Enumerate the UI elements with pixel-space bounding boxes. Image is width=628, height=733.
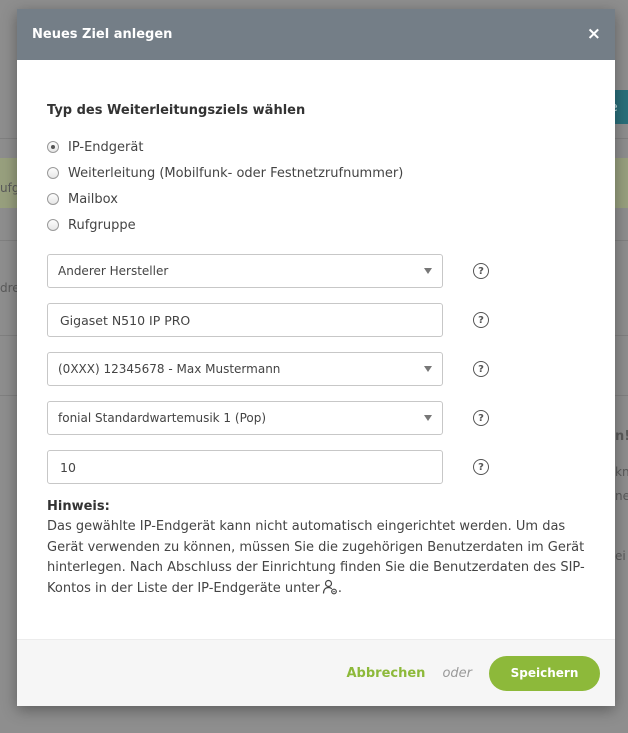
hold-music-value: fonial Standardwartemusik 1 (Pop) — [58, 411, 267, 425]
radio-button[interactable] — [47, 141, 59, 153]
radio-label: Mailbox — [68, 191, 118, 207]
cancel-link[interactable]: Abbrechen — [347, 666, 426, 681]
target-type-radio-group: IP-Endgerät Weiterleitung (Mobilfunk- od… — [47, 134, 585, 238]
radio-button[interactable] — [47, 193, 59, 205]
or-separator: oder — [442, 665, 472, 681]
device-name-input[interactable]: Gigaset N510 IP PRO — [47, 303, 443, 337]
phone-number-value: (0XXX) 12345678 - Max Mustermann — [58, 362, 281, 376]
radio-button[interactable] — [47, 167, 59, 179]
manufacturer-row: Anderer Hersteller ? — [47, 254, 585, 288]
radio-option-call-group[interactable]: Rufgruppe — [47, 212, 585, 238]
dialog-header: Neues Ziel anlegen × — [17, 9, 615, 60]
new-target-dialog: Neues Ziel anlegen × Typ des Weiterleitu… — [17, 9, 615, 706]
background-text-fragment: n! — [615, 429, 628, 444]
radio-option-ip-device[interactable]: IP-Endgerät — [47, 134, 585, 160]
manufacturer-value: Anderer Hersteller — [58, 264, 169, 278]
number-value: 10 — [60, 459, 76, 475]
help-icon[interactable]: ? — [473, 263, 489, 279]
number-row: 10 ? — [47, 450, 585, 484]
dialog-title: Neues Ziel anlegen — [32, 27, 173, 42]
hold-music-select[interactable]: fonial Standardwartemusik 1 (Pop) — [47, 401, 443, 435]
hint-title: Hinweis: — [47, 499, 110, 514]
radio-option-mailbox[interactable]: Mailbox — [47, 186, 585, 212]
hint-suffix: . — [337, 580, 342, 596]
radio-label: IP-Endgerät — [68, 139, 144, 155]
number-input[interactable]: 10 — [47, 450, 443, 484]
manufacturer-select[interactable]: Anderer Hersteller — [47, 254, 443, 288]
background-text-fragment: ei — [615, 549, 626, 563]
dialog-footer: Abbrechen oder Speichern — [17, 639, 615, 706]
dialog-body: Typ des Weiterleitungsziels wählen IP-En… — [17, 60, 615, 602]
phone-number-row: (0XXX) 12345678 - Max Mustermann ? — [47, 352, 585, 386]
radio-option-forwarding[interactable]: Weiterleitung (Mobilfunk- oder Festnetzr… — [47, 160, 585, 186]
save-button[interactable]: Speichern — [489, 655, 600, 691]
radio-label: Rufgruppe — [68, 217, 136, 233]
background-text-fragment: kn — [615, 465, 628, 479]
target-type-title: Typ des Weiterleitungsziels wählen — [47, 103, 306, 118]
chevron-down-icon — [424, 366, 432, 372]
background-text-fragment: ne — [615, 489, 628, 503]
help-icon[interactable]: ? — [473, 361, 489, 377]
radio-button[interactable] — [47, 219, 59, 231]
help-icon[interactable]: ? — [473, 459, 489, 475]
chevron-down-icon — [424, 268, 432, 274]
device-name-value: Gigaset N510 IP PRO — [60, 312, 191, 328]
help-icon[interactable]: ? — [473, 410, 489, 426]
background-text-fragment: ufg — [0, 181, 17, 195]
radio-label: Weiterleitung (Mobilfunk- oder Festnetzr… — [68, 165, 404, 181]
hold-music-row: fonial Standardwartemusik 1 (Pop) ? — [47, 401, 585, 435]
user-settings-icon[interactable] — [322, 579, 338, 603]
close-icon[interactable]: × — [587, 26, 601, 43]
hint-text: Das gewählte IP-Endgerät kann nicht auto… — [47, 517, 585, 602]
phone-number-select[interactable]: (0XXX) 12345678 - Max Mustermann — [47, 352, 443, 386]
chevron-down-icon — [424, 415, 432, 421]
hint-body: Das gewählte IP-Endgerät kann nicht auto… — [47, 519, 585, 596]
background-text-fragment: dres — [0, 281, 17, 295]
device-name-row: Gigaset N510 IP PRO ? — [47, 303, 585, 337]
help-icon[interactable]: ? — [473, 312, 489, 328]
hint-box: Hinweis: Das gewählte IP-Endgerät kann n… — [47, 499, 585, 602]
